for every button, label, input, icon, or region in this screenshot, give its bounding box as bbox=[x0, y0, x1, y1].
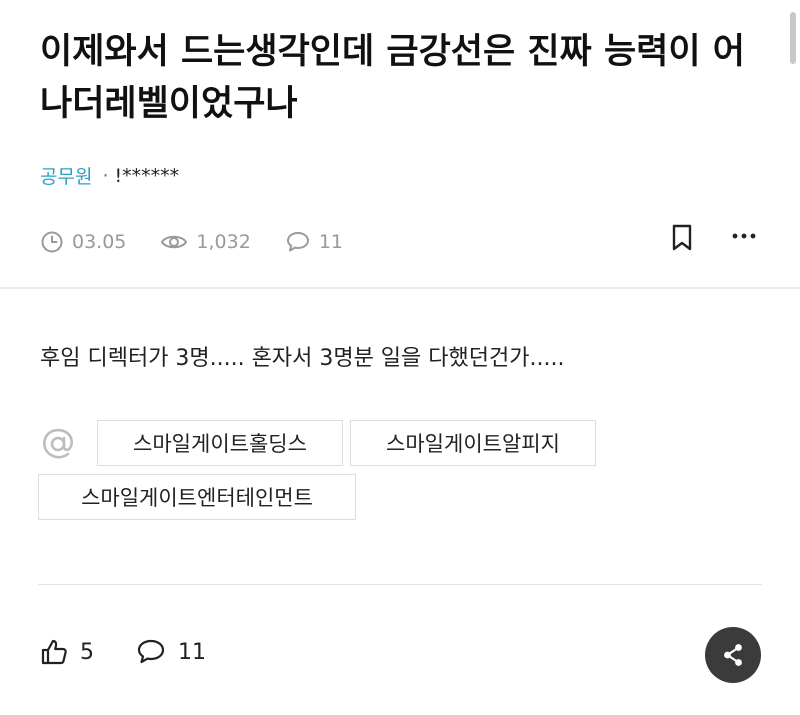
post-meta: 공무원 · !****** bbox=[40, 162, 179, 189]
thumbs-up-icon bbox=[41, 639, 67, 665]
like-button[interactable]: 5 bbox=[40, 638, 94, 666]
company-tag[interactable]: 스마일게이트엔터테인먼트 bbox=[38, 474, 356, 520]
post-stats: 03.05 1,032 11 bbox=[40, 230, 377, 254]
meta-separator: · bbox=[102, 164, 109, 187]
author-name[interactable]: !****** bbox=[115, 165, 180, 187]
speech-bubble-icon bbox=[137, 639, 165, 664]
scrollbar[interactable] bbox=[790, 12, 796, 64]
company-tag-label: 스마일게이트알피지 bbox=[386, 432, 560, 456]
company-tag-label: 스마일게이트홀딩스 bbox=[133, 432, 307, 456]
speech-bubble-icon bbox=[286, 232, 309, 252]
share-button[interactable] bbox=[705, 627, 761, 683]
share-icon bbox=[724, 644, 742, 666]
more-dots-icon[interactable] bbox=[730, 228, 758, 244]
company-tag[interactable]: 스마일게이트홀딩스 bbox=[97, 420, 343, 466]
post-date: 03.05 bbox=[72, 231, 127, 253]
content-divider bbox=[38, 584, 762, 585]
company-tag[interactable]: 스마일게이트알피지 bbox=[350, 420, 596, 466]
comment-button[interactable]: 11 bbox=[136, 638, 206, 666]
at-sign-icon bbox=[43, 428, 73, 459]
post-actions: 5 11 bbox=[40, 638, 248, 666]
comments-stat: 11 bbox=[285, 230, 343, 254]
clock-icon bbox=[41, 231, 63, 253]
bookmark-icon[interactable] bbox=[670, 224, 694, 252]
category-link[interactable]: 공무원 bbox=[40, 162, 92, 189]
eye-icon bbox=[161, 235, 188, 249]
post-body: 후임 디렉터가 3명..... 혼자서 3명분 일을 다했던건가..... bbox=[40, 346, 565, 371]
post-title: 이제와서 드는생각인데 금강선은 진짜 능력이 어나더레벨이었구나 bbox=[40, 32, 745, 124]
view-count: 1,032 bbox=[196, 231, 251, 253]
comment-count: 11 bbox=[318, 231, 343, 253]
views-stat: 1,032 bbox=[160, 230, 251, 254]
company-tag-label: 스마일게이트엔터테인먼트 bbox=[81, 486, 313, 510]
like-count: 5 bbox=[80, 639, 94, 665]
footer-comment-count: 11 bbox=[178, 639, 206, 665]
date-stat: 03.05 bbox=[40, 230, 126, 254]
header-divider bbox=[0, 287, 800, 289]
